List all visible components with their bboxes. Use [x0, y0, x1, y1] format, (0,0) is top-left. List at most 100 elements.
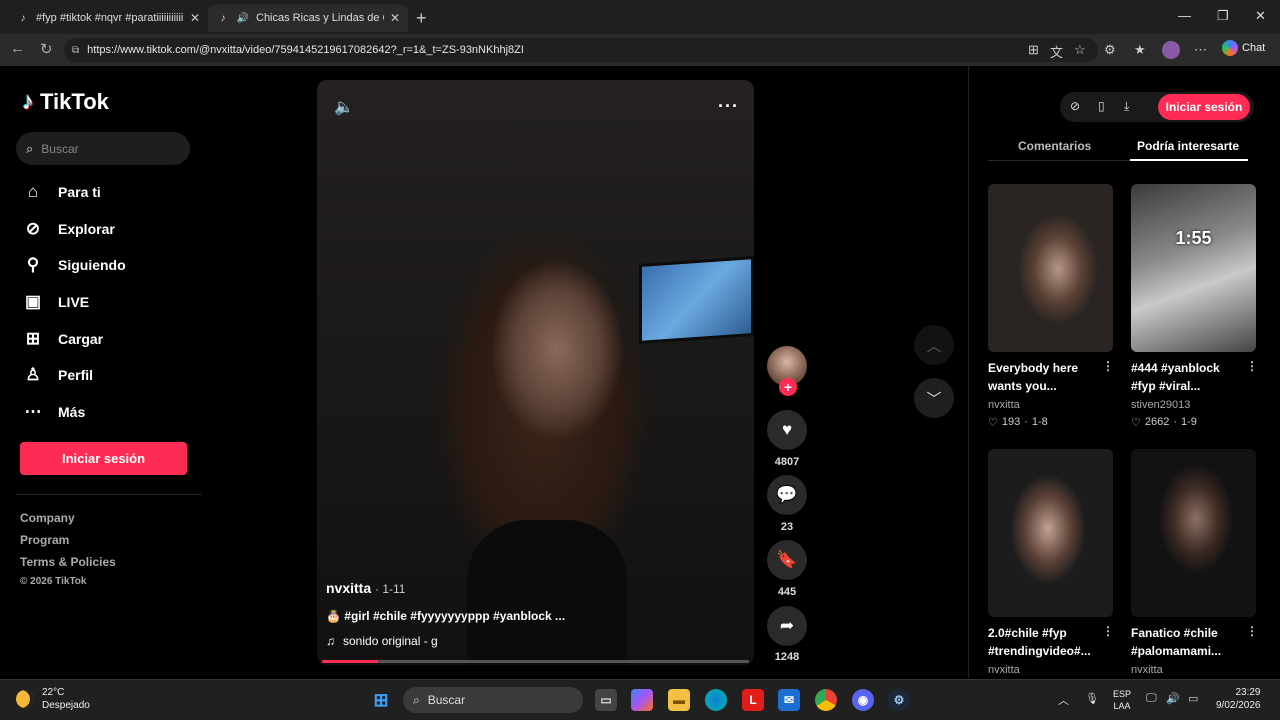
chevron-down-icon: ﹀ [926, 390, 942, 408]
network-icon[interactable]: 🖵 [1146, 692, 1157, 705]
close-window-icon[interactable]: ✕ [1255, 8, 1266, 24]
previous-video-button[interactable]: ︿ [914, 325, 954, 365]
battery-icon[interactable]: ▭ [1188, 692, 1198, 705]
edge-browser-icon[interactable] [705, 689, 727, 711]
video-player[interactable] [317, 80, 754, 665]
steam-icon[interactable]: ⚙ [888, 689, 910, 711]
nav-item-explorar[interactable]: ⊘ Explorar [22, 219, 115, 239]
card-title[interactable]: Fanatico #chile #palomamami... [1131, 624, 1241, 660]
tab-podria-interesarte[interactable]: Podría interesarte [1137, 139, 1239, 153]
volume-icon[interactable]: 🔈 [334, 97, 354, 117]
url-field[interactable]: ⧉ https://www.tiktok.com/@nvxitta/video/… [64, 38, 1098, 62]
footer-link-company[interactable]: Company [20, 511, 75, 525]
language-indicator[interactable]: ESP LAA [1113, 688, 1131, 712]
microphone-icon[interactable]: 🎙 [1085, 692, 1099, 705]
user-follow-icon: ⚲ [26, 255, 40, 274]
show-hidden-icons[interactable]: ︿ [1058, 692, 1069, 708]
tiktok-favicon-icon: ♪ [220, 12, 226, 24]
speaker-icon[interactable]: 🔊 [236, 11, 250, 25]
profile-avatar-icon[interactable] [1162, 41, 1180, 59]
music-link[interactable]: ♫ sonido original - g [326, 634, 438, 648]
login-button[interactable]: Iniciar sesión [20, 442, 187, 475]
tiktok-logo[interactable]: ♪ TikTok [22, 88, 109, 116]
card-title[interactable]: #444 #yanblock #fyp #viral... [1131, 359, 1241, 395]
share-button[interactable]: ➦ [767, 606, 807, 646]
nav-item-mas[interactable]: ⋯ Más [22, 402, 86, 422]
extensions-icon[interactable]: ⚙ [1104, 42, 1116, 58]
comment-button[interactable]: 💬 [767, 475, 807, 515]
video-caption[interactable]: 🎂 #girl #chile #fyyyyyyyppp #yanblock ..… [326, 609, 565, 623]
copilot-chat-button[interactable]: Chat [1222, 40, 1265, 56]
video-card-thumbnail[interactable] [988, 184, 1113, 352]
close-tab-icon[interactable]: ✕ [190, 11, 200, 25]
video-author[interactable]: nvxitta · 1-11 [326, 580, 405, 596]
card-title[interactable]: 2.0#chile #fyp #trendingvideo#... [988, 624, 1098, 660]
card-author[interactable]: nvxitta [1131, 664, 1163, 677]
like-count: 4807 [774, 456, 800, 468]
search-placeholder: Buscar [41, 141, 79, 156]
close-tab-icon[interactable]: ✕ [390, 11, 400, 25]
app-available-icon[interactable]: ⊞ [1028, 42, 1039, 58]
card-author[interactable]: stiven29013 [1131, 399, 1190, 411]
nav-item-para-ti[interactable]: ⌂ Para ti [22, 182, 101, 202]
nav-item-live[interactable]: ▣ LIVE [22, 292, 89, 312]
video-card-thumbnail[interactable]: 1:55 [1131, 184, 1256, 352]
card-stats: ♡ 2662 · 1-9 [1131, 416, 1197, 429]
back-icon[interactable]: ← [10, 40, 25, 57]
mail-icon[interactable]: ✉ [778, 689, 800, 711]
card-title[interactable]: Everybody here wants you... [988, 359, 1098, 395]
card-author[interactable]: nvxitta [988, 664, 1020, 677]
card-likes: 2662 [1144, 416, 1170, 428]
card-author[interactable]: nvxitta [988, 399, 1020, 411]
search-input[interactable]: ⌕ Buscar [16, 132, 190, 165]
nav-item-perfil[interactable]: ♙ Perfil [22, 365, 93, 385]
discord-icon[interactable]: ◉ [852, 689, 874, 711]
reload-icon[interactable]: ↻ [40, 40, 53, 58]
nav-item-cargar[interactable]: ⊞ Cargar [22, 329, 103, 349]
tab-comentarios[interactable]: Comentarios [1018, 139, 1091, 153]
login-button-top[interactable]: Iniciar sesión [1158, 94, 1250, 120]
next-video-button[interactable]: ﹀ [914, 378, 954, 418]
favorite-star-icon[interactable]: ☆ [1074, 42, 1086, 58]
browser-tab-2[interactable]: ♪ 🔊 Chicas Ricas y Lindas de Chile ✕ [208, 4, 408, 32]
new-tab-icon[interactable]: + [416, 8, 427, 29]
translate-icon[interactable]: 文 [1050, 42, 1063, 61]
nav-label: LIVE [58, 294, 90, 310]
maximize-icon[interactable]: ❐ [1217, 8, 1229, 24]
footer-link-terms[interactable]: Terms & Policies [20, 555, 116, 569]
video-card-thumbnail[interactable] [988, 449, 1113, 617]
windows-start-icon[interactable]: ⊞ [370, 689, 392, 711]
sidebar-divider [16, 494, 202, 495]
save-button[interactable]: 🔖 [767, 540, 807, 580]
chrome-icon[interactable] [815, 689, 837, 711]
video-progress-bar[interactable] [322, 660, 749, 663]
app-l-icon[interactable]: L [742, 689, 764, 711]
video-card-thumbnail[interactable] [1131, 449, 1256, 617]
favorites-icon[interactable]: ★ [1134, 42, 1146, 58]
footer-link-program[interactable]: Program [20, 533, 69, 547]
follow-plus-icon[interactable]: + [779, 378, 797, 396]
file-explorer-icon[interactable]: ▬ [668, 689, 690, 711]
volume-tray-icon[interactable]: 🔊 [1166, 692, 1180, 705]
task-view-icon[interactable]: ▭ [595, 689, 617, 711]
comment-count: 23 [780, 521, 794, 533]
chevron-up-icon: ︿ [926, 337, 942, 355]
minimize-icon[interactable]: — [1178, 8, 1191, 23]
more-options-icon[interactable]: ··· [718, 96, 739, 117]
settings-more-icon[interactable]: ⋯ [1194, 42, 1207, 58]
card-more-icon[interactable]: ⋮ [1102, 359, 1114, 373]
card-more-icon[interactable]: ⋮ [1102, 624, 1114, 638]
device-icon[interactable]: ▯ [1098, 99, 1105, 113]
system-clock[interactable]: 23:29 9/02/2026 [1216, 686, 1261, 712]
compass-icon[interactable]: ⊘ [1070, 99, 1080, 113]
browser-tab-1[interactable]: ♪ #fyp #tiktok #nqvr #paratiiiiiiiiiiii … [8, 4, 208, 32]
card-more-icon[interactable]: ⋮ [1246, 359, 1258, 373]
like-button[interactable]: ♥ [767, 410, 807, 450]
weather-widget[interactable]: 22°C Despejado [16, 686, 90, 712]
download-icon[interactable]: ⤓ [1124, 99, 1129, 114]
card-more-icon[interactable]: ⋮ [1246, 624, 1258, 638]
site-info-icon[interactable]: ⧉ [72, 45, 79, 56]
nav-item-siguiendo[interactable]: ⚲ Siguiendo [22, 255, 126, 275]
copilot-icon[interactable] [631, 689, 653, 711]
taskbar-search[interactable]: ⌕ Buscar [403, 687, 583, 713]
